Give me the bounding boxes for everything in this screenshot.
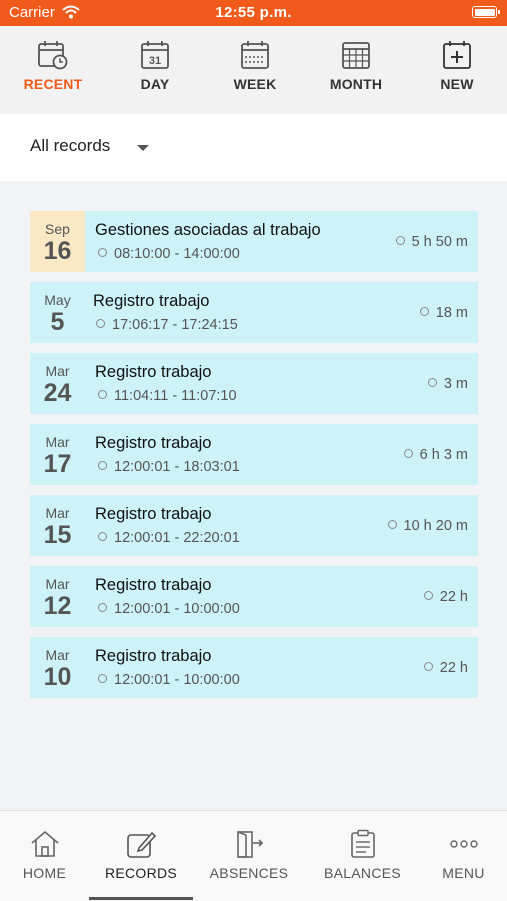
battery-icon xyxy=(472,6,500,18)
record-month: Mar xyxy=(45,576,70,592)
record-day: 5 xyxy=(50,308,65,336)
record-day: 10 xyxy=(43,663,72,691)
tab-week[interactable]: WEEK xyxy=(210,40,300,92)
calendar-clock-icon xyxy=(38,41,68,70)
record-duration: 18 m xyxy=(419,305,468,321)
record-times: 11:04:11 - 11:07:10 xyxy=(98,388,237,404)
record-date: Mar 10 xyxy=(30,637,85,698)
records-filter-select[interactable]: All records xyxy=(30,136,110,156)
record-duration: 6 h 3 m xyxy=(403,447,468,463)
record-item[interactable]: Mar 15 Registro trabajo 12:00:01 - 22:20… xyxy=(30,495,478,556)
status-bar: Carrier 12:55 p.m. xyxy=(0,0,507,26)
clock-icon xyxy=(98,390,107,399)
record-times: 17:06:17 - 17:24:15 xyxy=(96,317,238,333)
tab-absences[interactable]: ABSENCES xyxy=(193,811,305,901)
record-times: 12:00:01 - 10:00:00 xyxy=(98,601,240,617)
record-month: Sep xyxy=(45,221,70,237)
tab-records[interactable]: RECORDS xyxy=(89,811,193,901)
record-month: May xyxy=(44,292,71,308)
calendar-plus-icon xyxy=(443,41,471,69)
clock-icon xyxy=(423,662,433,671)
calendar-31-icon: 31 xyxy=(141,41,169,69)
record-month: Mar xyxy=(45,647,70,663)
more-dots-icon xyxy=(449,840,478,848)
record-date: Mar 24 xyxy=(30,353,85,414)
clock-icon xyxy=(419,307,429,316)
record-title: Registro trabajo xyxy=(95,434,212,452)
record-date: Mar 15 xyxy=(30,495,85,556)
clock-icon xyxy=(98,461,107,470)
record-date: May 5 xyxy=(30,282,85,343)
record-item[interactable]: Mar 17 Registro trabajo 12:00:01 - 18:03… xyxy=(30,424,478,485)
tab-menu[interactable]: MENU xyxy=(420,811,507,901)
calendar-week-icon xyxy=(241,41,269,69)
door-exit-icon xyxy=(237,831,264,858)
home-icon xyxy=(30,830,59,857)
record-day: 17 xyxy=(43,450,72,478)
tab-new[interactable]: NEW xyxy=(412,40,502,92)
bottom-tab-bar: HOME RECORDS ABSENCES BALANCES MENU xyxy=(0,810,507,901)
record-date: Sep 16 xyxy=(30,211,85,272)
clock-icon xyxy=(98,248,107,257)
record-date: Mar 17 xyxy=(30,424,85,485)
record-title: Registro trabajo xyxy=(95,647,212,665)
record-title: Registro trabajo xyxy=(93,292,210,310)
status-time: 12:55 p.m. xyxy=(215,4,292,21)
record-item[interactable]: Mar 12 Registro trabajo 12:00:01 - 10:00… xyxy=(30,566,478,627)
record-title: Registro trabajo xyxy=(95,505,212,523)
record-item[interactable]: Mar 24 Registro trabajo 11:04:11 - 11:07… xyxy=(30,353,478,414)
record-title: Gestiones asociadas al trabajo xyxy=(95,221,321,239)
tab-day[interactable]: 31 DAY xyxy=(110,40,200,92)
record-title: Registro trabajo xyxy=(95,576,212,594)
record-duration: 10 h 20 m xyxy=(387,518,468,534)
clipboard-list-icon xyxy=(350,829,375,858)
record-item[interactable]: Mar 10 Registro trabajo 12:00:01 - 10:00… xyxy=(30,637,478,698)
clock-icon xyxy=(423,591,433,600)
clock-icon xyxy=(395,236,405,245)
clock-icon xyxy=(96,319,105,328)
tab-month[interactable]: MONTH xyxy=(311,40,401,92)
record-month: Mar xyxy=(45,434,70,450)
record-title: Registro trabajo xyxy=(95,363,212,381)
record-duration: 3 m xyxy=(427,376,468,392)
record-times: 12:00:01 - 18:03:01 xyxy=(98,459,240,475)
record-duration: 22 h xyxy=(423,660,468,676)
record-date: Mar 12 xyxy=(30,566,85,627)
clock-icon xyxy=(98,674,107,683)
clock-icon xyxy=(387,520,397,529)
record-month: Mar xyxy=(45,505,70,521)
record-item[interactable]: May 5 Registro trabajo 17:06:17 - 17:24:… xyxy=(30,282,478,343)
tab-balances[interactable]: BALANCES xyxy=(305,811,420,901)
edit-note-icon xyxy=(127,831,157,858)
record-times: 12:00:01 - 22:20:01 xyxy=(98,530,240,546)
tab-recent[interactable]: RECENT xyxy=(8,40,98,92)
clock-icon xyxy=(427,378,437,387)
record-duration: 22 h xyxy=(423,589,468,605)
record-item[interactable]: Sep 16 Gestiones asociadas al trabajo 08… xyxy=(30,211,478,272)
record-day: 16 xyxy=(43,237,72,265)
calendar-grid-icon xyxy=(342,42,370,69)
record-day: 12 xyxy=(43,592,72,620)
svg-text:31: 31 xyxy=(149,55,161,67)
record-duration: 5 h 50 m xyxy=(395,234,468,250)
clock-icon xyxy=(98,603,107,612)
record-times: 08:10:00 - 14:00:00 xyxy=(98,246,240,262)
clock-icon xyxy=(98,532,107,541)
record-day: 24 xyxy=(43,379,72,407)
filter-bar: All records xyxy=(0,114,507,181)
record-month: Mar xyxy=(45,363,70,379)
clock-icon xyxy=(403,449,413,458)
records-list: Sep 16 Gestiones asociadas al trabajo 08… xyxy=(30,211,478,708)
dropdown-caret-icon[interactable] xyxy=(137,145,149,151)
record-times: 12:00:01 - 10:00:00 xyxy=(98,672,240,688)
view-tabs: RECENT 31 DAY WEEK MONTH NEW xyxy=(0,26,507,115)
tab-home[interactable]: HOME xyxy=(0,811,89,901)
record-day: 15 xyxy=(43,521,72,549)
